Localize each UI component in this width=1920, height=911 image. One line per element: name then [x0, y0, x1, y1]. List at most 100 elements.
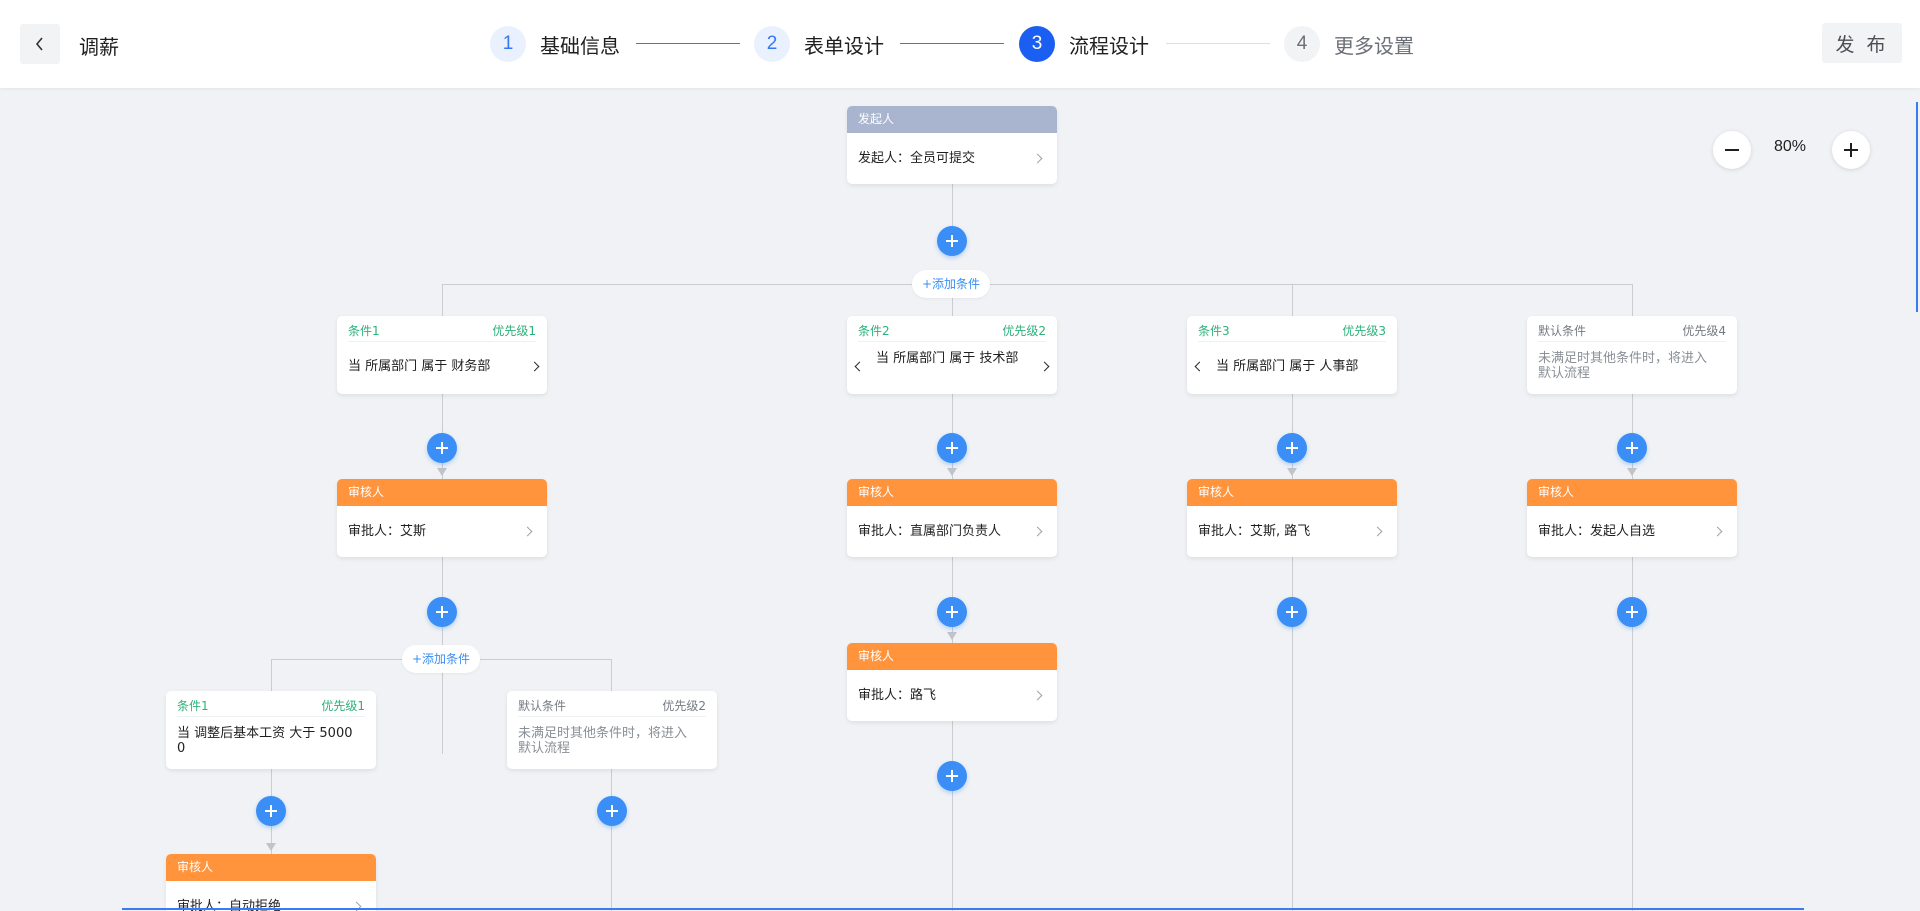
- condition-name: 条件3: [1198, 324, 1230, 338]
- chevron-right-icon: [1032, 690, 1043, 701]
- step-number: 3: [1019, 26, 1055, 62]
- horizontal-scrollbar[interactable]: [122, 908, 1804, 910]
- divider: [177, 716, 365, 717]
- node-title: 审核人: [1527, 479, 1737, 506]
- divider: [1538, 341, 1726, 342]
- move-left-icon[interactable]: [854, 361, 865, 372]
- minus-icon: [1725, 149, 1739, 151]
- zoom-in-button[interactable]: [1832, 131, 1870, 169]
- branch-line: [442, 284, 1632, 285]
- node-content: 审批人：直属部门负责人: [858, 524, 1002, 539]
- condition-name: 条件1: [177, 699, 209, 713]
- add-node-button[interactable]: [937, 597, 967, 627]
- condition-node[interactable]: 条件1 优先级1 当 所属部门 属于 财务部: [337, 316, 547, 394]
- arrow-down-icon: [266, 843, 276, 851]
- add-node-button[interactable]: [1617, 433, 1647, 463]
- step-label: 表单设计: [804, 33, 884, 58]
- add-node-button[interactable]: [937, 761, 967, 791]
- step-number: 4: [1284, 26, 1320, 62]
- default-condition-node[interactable]: 默认条件 优先级4 未满足时其他条件时，将进入默认流程: [1527, 316, 1737, 394]
- approver-node[interactable]: 审核人 审批人：发起人自选: [1527, 479, 1737, 557]
- step-connector: [1166, 43, 1270, 44]
- node-title: 审核人: [166, 854, 376, 881]
- condition-priority: 优先级1: [321, 699, 365, 713]
- condition-name: 默认条件: [518, 699, 567, 713]
- chevron-right-icon: [1372, 526, 1383, 537]
- step-label: 基础信息: [540, 33, 620, 58]
- condition-text: 当 所属部门 属于 技术部: [876, 351, 1019, 366]
- add-condition-button[interactable]: +添加条件: [402, 645, 481, 673]
- step-label: 流程设计: [1069, 33, 1149, 58]
- condition-priority: 优先级2: [1002, 324, 1046, 338]
- arrow-down-icon: [947, 632, 957, 640]
- node-title: 发起人: [847, 106, 1057, 133]
- condition-priority: 优先级1: [492, 324, 536, 338]
- page-title: 调薪: [79, 35, 119, 59]
- node-content: 审批人：艾斯: [348, 524, 427, 539]
- publish-button[interactable]: 发 布: [1822, 23, 1902, 63]
- step-number: 2: [754, 26, 790, 62]
- arrow-down-icon: [437, 468, 447, 476]
- approver-node[interactable]: 审核人 审批人：路飞: [847, 643, 1057, 721]
- node-title: 审核人: [847, 643, 1057, 670]
- condition-node[interactable]: 条件2 优先级2 当 所属部门 属于 技术部: [847, 316, 1057, 394]
- arrow-down-icon: [947, 468, 957, 476]
- top-bar: 调薪 1 基础信息 2 表单设计 3 流程设计 4 更多设置 发 布: [0, 0, 1920, 88]
- add-node-button[interactable]: [1277, 433, 1307, 463]
- approver-node[interactable]: 审核人 审批人：自动拒绝: [166, 854, 376, 911]
- add-node-button[interactable]: [1277, 597, 1307, 627]
- move-right-icon[interactable]: [529, 361, 540, 372]
- connector-line: [952, 183, 953, 229]
- chevron-left-icon: [35, 37, 43, 51]
- node-content: 审批人：艾斯, 路飞: [1198, 524, 1311, 539]
- step-connector: [636, 43, 740, 44]
- condition-text: 未满足时其他条件时，将进入默认流程: [1538, 351, 1708, 381]
- condition-node[interactable]: 条件1 优先级1 当 调整后基本工资 大于 50000: [166, 691, 376, 769]
- node-title: 审核人: [847, 479, 1057, 506]
- divider: [1198, 341, 1386, 342]
- add-node-button[interactable]: [427, 433, 457, 463]
- add-node-button[interactable]: [937, 226, 967, 256]
- divider: [518, 716, 706, 717]
- condition-name: 默认条件: [1538, 324, 1587, 338]
- approver-node[interactable]: 审核人 审批人：直属部门负责人: [847, 479, 1057, 557]
- zoom-out-button[interactable]: [1713, 131, 1751, 169]
- initiator-node[interactable]: 发起人 发起人：全员可提交: [847, 106, 1057, 184]
- step-basic-info[interactable]: 1 基础信息: [490, 26, 620, 62]
- condition-name: 条件2: [858, 324, 890, 338]
- node-title: 审核人: [337, 479, 547, 506]
- condition-priority: 优先级2: [662, 699, 706, 713]
- chevron-right-icon: [1032, 153, 1043, 164]
- add-node-button[interactable]: [427, 597, 457, 627]
- condition-text: 当 所属部门 属于 人事部: [1216, 359, 1359, 374]
- default-condition-node[interactable]: 默认条件 优先级2 未满足时其他条件时，将进入默认流程: [507, 691, 717, 769]
- approver-node[interactable]: 审核人 审批人：艾斯: [337, 479, 547, 557]
- vertical-scrollbar[interactable]: [1916, 102, 1918, 312]
- chevron-right-icon: [1032, 526, 1043, 537]
- divider: [858, 341, 1046, 342]
- approver-node[interactable]: 审核人 审批人：艾斯, 路飞: [1187, 479, 1397, 557]
- move-left-icon[interactable]: [1194, 361, 1205, 372]
- node-content: 审批人：发起人自选: [1538, 524, 1656, 539]
- add-node-button[interactable]: [1617, 597, 1647, 627]
- add-node-button[interactable]: [256, 796, 286, 826]
- arrow-down-icon: [1287, 468, 1297, 476]
- condition-node[interactable]: 条件3 优先级3 当 所属部门 属于 人事部: [1187, 316, 1397, 394]
- move-right-icon[interactable]: [1039, 361, 1050, 372]
- condition-name: 条件1: [348, 324, 380, 338]
- node-content: 发起人：全员可提交: [858, 151, 976, 166]
- condition-text: 未满足时其他条件时，将进入默认流程: [518, 726, 688, 756]
- step-form-design[interactable]: 2 表单设计: [754, 26, 884, 62]
- divider: [348, 341, 536, 342]
- add-node-button[interactable]: [597, 796, 627, 826]
- step-flow-design[interactable]: 3 流程设计: [1019, 26, 1149, 62]
- step-number: 1: [490, 26, 526, 62]
- node-content: 审批人：路飞: [858, 688, 937, 703]
- flow-canvas[interactable]: 发起人 发起人：全员可提交 +添加条件 条件1 优先级1 当 所属部门 属于 财务…: [0, 88, 1920, 911]
- add-node-button[interactable]: [937, 433, 967, 463]
- add-condition-button[interactable]: +添加条件: [912, 270, 991, 298]
- node-title: 审核人: [1187, 479, 1397, 506]
- step-more-settings[interactable]: 4 更多设置: [1284, 26, 1414, 62]
- step-label: 更多设置: [1334, 33, 1414, 58]
- back-button[interactable]: [20, 24, 60, 64]
